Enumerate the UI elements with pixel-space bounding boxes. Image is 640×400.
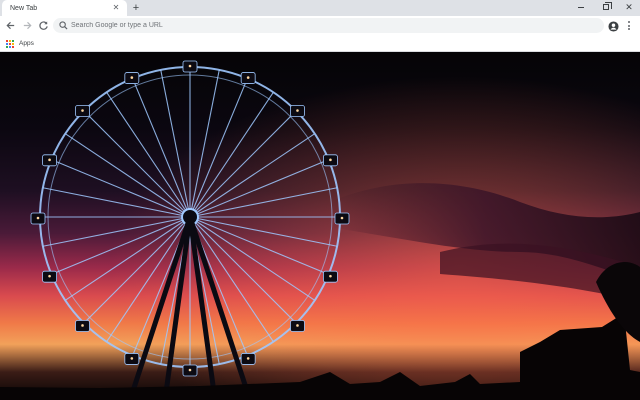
gondola-light (329, 274, 332, 278)
gondola-light (296, 324, 299, 327)
gondola-light (130, 76, 134, 79)
restore-button[interactable] (595, 0, 617, 14)
new-tab-background (0, 52, 640, 400)
gondola-light (81, 324, 84, 327)
gondola-light (36, 216, 40, 220)
minimize-icon (578, 6, 584, 8)
apps-grid-dot (9, 39, 11, 42)
back-arrow-icon (6, 21, 15, 30)
toolbar: ☆ (0, 16, 640, 35)
gondola-light (48, 274, 51, 278)
apps-grid-dot (6, 45, 8, 48)
gondola-light (329, 158, 332, 162)
forward-button[interactable] (21, 19, 34, 32)
apps-grid-dot (12, 39, 14, 42)
ferris-wheel-photo (0, 52, 640, 400)
apps-grid-icon (6, 39, 14, 48)
gondola-light (340, 216, 344, 220)
apps-grid-dot (6, 39, 8, 42)
new-tab-button[interactable]: + (130, 2, 142, 14)
tab-close-icon[interactable]: ✕ (111, 3, 121, 13)
tab-strip: New Tab ✕ + ✕ (0, 0, 640, 16)
gondola-light (188, 368, 192, 372)
menu-dot (628, 28, 630, 30)
window-close-icon: ✕ (625, 2, 633, 12)
minimize-button[interactable] (570, 0, 592, 14)
apps-grid-dot (12, 45, 14, 48)
menu-dot (628, 21, 630, 23)
apps-grid-dot (6, 42, 8, 45)
gondola-light (81, 109, 84, 112)
back-button[interactable] (4, 19, 17, 32)
reload-button[interactable] (37, 19, 50, 32)
menu-button[interactable] (625, 19, 633, 32)
gondola-light (296, 109, 299, 112)
profile-button[interactable] (608, 19, 619, 32)
apps-grid-dot (9, 42, 11, 45)
reload-icon (39, 21, 48, 30)
apps-label: Apps (19, 40, 34, 47)
omnibox[interactable]: ☆ (53, 18, 604, 33)
forward-arrow-icon (23, 21, 32, 30)
search-icon (59, 21, 68, 30)
gondola-light (130, 357, 134, 360)
tab-title: New Tab (10, 4, 38, 12)
apps-grid-dot (12, 42, 14, 45)
gondola-light (48, 158, 51, 162)
bookmarks-bar: Apps (0, 35, 640, 52)
apps-grid-dot (9, 45, 11, 48)
profile-icon (608, 21, 619, 32)
gondola-light (188, 64, 192, 68)
address-input[interactable] (71, 19, 571, 32)
menu-dot (628, 24, 630, 27)
gondola-light (246, 357, 250, 360)
apps-shortcut[interactable]: Apps (6, 38, 34, 49)
gondola-light (246, 76, 250, 79)
restore-icon (603, 2, 612, 10)
tab-new-tab[interactable]: New Tab ✕ (2, 0, 127, 16)
window-close-button[interactable]: ✕ (618, 0, 640, 14)
